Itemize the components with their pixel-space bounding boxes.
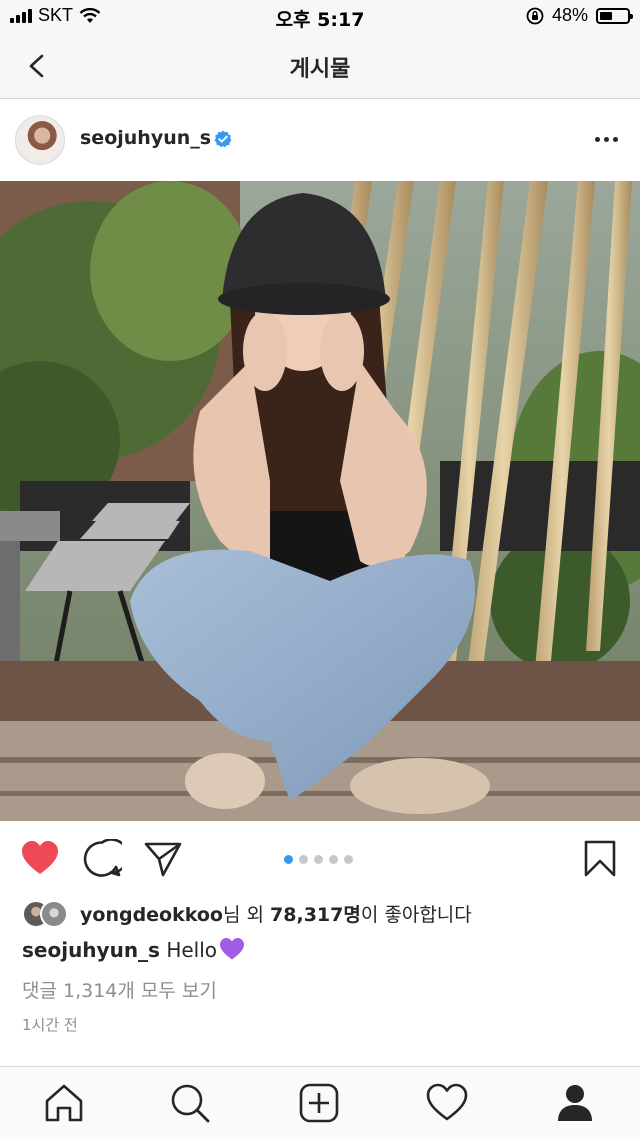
carousel-dot (329, 855, 338, 864)
likes-text: yongdeokkoo님 외 78,317명이 좋아합니다 (80, 900, 472, 927)
direct-share-icon[interactable] (143, 839, 183, 879)
carousel-indicator (284, 855, 353, 864)
heart-filled-icon[interactable] (20, 839, 60, 879)
liker-suffix: 님 외 (222, 903, 271, 926)
activity-heart-icon[interactable] (425, 1081, 469, 1125)
likes-count[interactable]: 78,317명 (270, 904, 361, 926)
caption-text: Hello (166, 938, 218, 962)
orientation-lock-icon (526, 7, 544, 24)
tab-bar (0, 1066, 640, 1139)
battery-icon (596, 7, 633, 24)
verified-badge-icon (214, 130, 232, 148)
carousel-dot-active (284, 855, 293, 864)
carousel-dot (299, 855, 308, 864)
status-right: 48% (526, 5, 633, 26)
avatar[interactable] (15, 115, 65, 165)
post-actions (0, 821, 640, 897)
post-username[interactable]: seojuhyun_s (80, 127, 211, 149)
post-timestamp: 1시간 전 (22, 1016, 78, 1034)
carousel-dot (314, 855, 323, 864)
new-post-icon[interactable] (297, 1081, 341, 1125)
carousel-dot (344, 855, 353, 864)
purple-heart-icon (220, 938, 245, 960)
profile-icon[interactable] (553, 1081, 597, 1125)
liker-avatars (22, 900, 72, 928)
post-photo[interactable] (0, 181, 640, 821)
more-options-icon[interactable] (592, 129, 620, 149)
likes-summary[interactable]: yongdeokkoo님 외 78,317명이 좋아합니다 (22, 898, 472, 928)
post-header: seojuhyun_s (0, 99, 640, 181)
comment-icon[interactable] (82, 839, 122, 879)
likes-count-suffix: 이 좋아합니다 (360, 903, 472, 926)
search-icon[interactable] (168, 1081, 212, 1125)
status-bar: SKT 오후 5:17 48% (0, 0, 640, 34)
nav-bar: 게시물 (0, 34, 640, 99)
liker-avatar (40, 900, 68, 928)
post-caption: seojuhyun_s Hello (22, 937, 245, 962)
page-title: 게시물 (289, 57, 351, 82)
caption-username[interactable]: seojuhyun_s (22, 938, 160, 962)
home-icon[interactable] (42, 1081, 86, 1125)
battery-percent: 48% (551, 5, 588, 25)
view-all-comments-link[interactable]: 댓글 1,314개 모두 보기 (22, 976, 217, 1003)
liker-username[interactable]: yongdeokkoo (80, 904, 223, 926)
bookmark-icon[interactable] (580, 839, 620, 879)
